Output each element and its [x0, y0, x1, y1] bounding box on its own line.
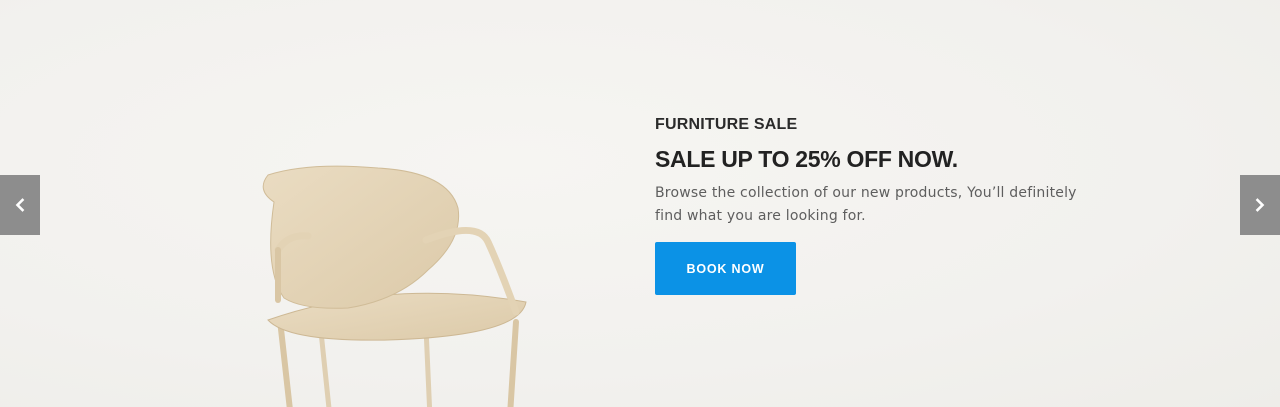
hero-description-line1: Browse the collection of our new product… — [655, 185, 1077, 201]
hero-content: FURNITURE SALE SALE UP TO 25% OFF NOW. B… — [655, 114, 1135, 228]
slider-next-button[interactable] — [1240, 175, 1280, 235]
hero-eyebrow: FURNITURE SALE — [655, 116, 798, 133]
slider-prev-button[interactable] — [0, 175, 40, 235]
chevron-right-icon — [1255, 198, 1265, 212]
book-now-button[interactable]: BOOK NOW — [655, 242, 796, 295]
chevron-left-icon — [15, 198, 25, 212]
chair-image — [262, 165, 527, 407]
hero-description: Browse the collection of our new product… — [655, 182, 1110, 228]
hero-headline: SALE UP TO 25% OFF NOW. — [655, 146, 958, 172]
hero-description-line2: find what you are looking for. — [655, 208, 866, 224]
hero-slider: FURNITURE SALE SALE UP TO 25% OFF NOW. B… — [0, 0, 1280, 407]
